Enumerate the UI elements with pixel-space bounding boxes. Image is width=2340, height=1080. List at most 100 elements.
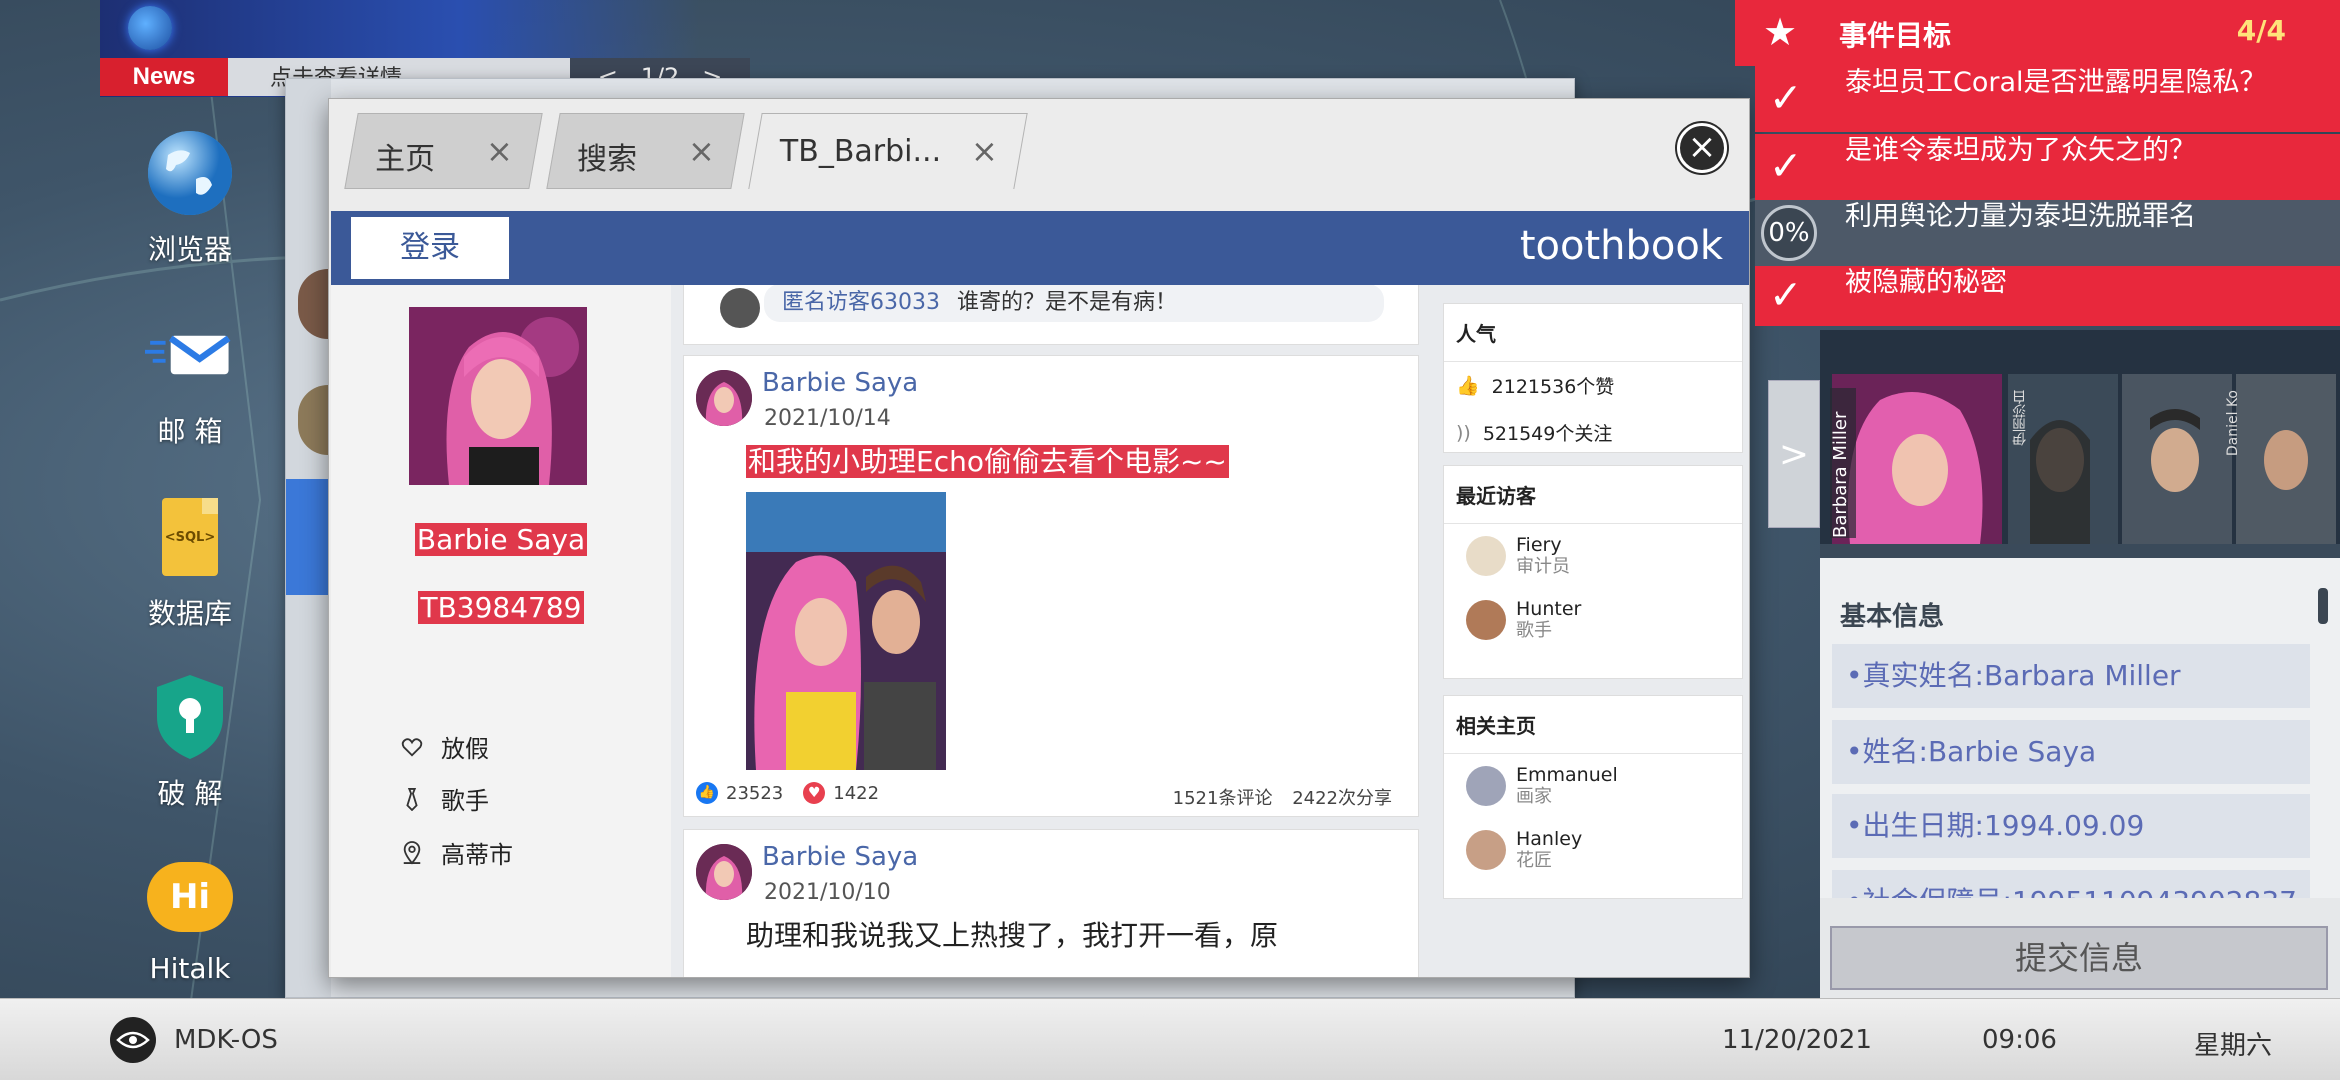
heart-reaction-icon[interactable]: ♥: [803, 782, 826, 804]
heart-count: 1422: [833, 782, 880, 804]
visitor-role: 审计员: [1516, 556, 1570, 577]
profile-detail-status: 放假: [401, 729, 489, 764]
popularity-title: 人气: [1444, 304, 1742, 362]
character-strip[interactable]: Barbara Miller 伊丽莎白 Daniel Ko: [1820, 330, 2340, 558]
related-avatar: [1466, 830, 1506, 870]
tab-label: 搜索: [577, 142, 638, 177]
taskbar-time: 09:06: [1982, 1025, 2057, 1055]
basic-info-section[interactable]: 基本信息 •真实姓名:Barbara Miller •姓名:Barbie Say…: [1820, 558, 2340, 898]
news-label: News: [100, 58, 228, 96]
thumbs-up-icon: 👍: [1456, 375, 1480, 397]
like-icon[interactable]: 👍: [696, 782, 718, 804]
profile-column: Barbie Saya TB3984789 放假 歌手 高蒂市: [331, 285, 671, 977]
related-item[interactable]: Emmanuel 画家: [1444, 754, 1742, 818]
post-author[interactable]: Barbie Saya: [762, 368, 918, 398]
toothbook-content: Barbie Saya TB3984789 放假 歌手 高蒂市 匿名访客6303…: [331, 285, 1749, 977]
likes-total: 2121536个赞: [1491, 376, 1615, 398]
post-photo[interactable]: [746, 492, 946, 770]
tab-home[interactable]: 主页 ×: [344, 113, 543, 189]
post-avatar[interactable]: [696, 370, 752, 426]
objective-text: 利用舆论力量为泰坦洗脱罪名: [1845, 201, 2196, 232]
expand-panel-button[interactable]: >: [1768, 380, 1820, 528]
tab-label: 主页: [375, 142, 436, 177]
hitalk-badge: Hi: [169, 877, 211, 917]
related-name: Hanley: [1516, 828, 1583, 850]
submit-info-button[interactable]: 提交信息: [1830, 926, 2328, 990]
character-panel: Barbara Miller 伊丽莎白 Daniel Ko 基本信息 •真实姓名…: [1820, 330, 2340, 1000]
mail-icon: [145, 310, 235, 400]
background-selected-item: [286, 479, 331, 595]
taskbar: MDK-OS 11/20/2021 09:06 星期六: [0, 998, 2340, 1080]
objectives-title: 事件目标: [1839, 19, 1952, 52]
popularity-follows: )) 521549个关注: [1444, 409, 1742, 456]
tab-profile[interactable]: TB_Barbi... ×: [748, 113, 1028, 189]
dock-label: 数据库: [147, 597, 232, 630]
visitor-item[interactable]: Hunter 歌手: [1444, 588, 1742, 652]
tab-close-icon[interactable]: ×: [688, 132, 715, 170]
post-date: 2021/10/14: [764, 406, 891, 431]
visitors-title: 最近访客: [1444, 466, 1742, 524]
info-birthdate: •出生日期:1994.09.09: [1832, 794, 2310, 858]
comment-bubble: 匿名访客63033 谁寄的？是不是有病！: [764, 285, 1384, 322]
dock-crack[interactable]: 破 解: [120, 672, 260, 812]
post-stats: 1521条评论 2422次分享: [1173, 784, 1392, 810]
post-text: 和我的小助理Echo偷偷去看个电影~~: [746, 440, 1229, 480]
follows-total: 521549个关注: [1482, 423, 1613, 445]
dock-database[interactable]: <SQL> 数据库: [120, 492, 260, 632]
profile-detail-text: 歌手: [441, 787, 489, 815]
objective-item: ✓ 被隐藏的秘密: [1755, 266, 2340, 326]
profile-id-text: TB3984789: [418, 591, 584, 624]
sql-badge: <SQL>: [164, 529, 216, 545]
rss-icon: )): [1456, 421, 1471, 444]
comment-text: 谁寄的？是不是有病！: [957, 290, 1178, 315]
dock-mail[interactable]: 邮 箱: [120, 310, 260, 450]
news-globe-icon: [128, 6, 172, 50]
tie-icon: [406, 787, 418, 811]
comment-user[interactable]: 匿名访客63033: [782, 290, 940, 315]
share-count[interactable]: 2422次分享: [1292, 788, 1392, 809]
related-role: 画家: [1516, 786, 1552, 807]
objectives-count: 4/4: [2236, 14, 2286, 47]
post-card[interactable]: Barbie Saya 2021/10/10 助理和我说我又上热搜了，我打开一看…: [683, 829, 1419, 977]
sql-database-icon: <SQL>: [145, 492, 235, 582]
visitors-widget: 最近访客 Fiery 审计员 Hunter 歌手: [1443, 465, 1743, 679]
objective-item: ✓ 是谁令泰坦成为了众矢之的？: [1755, 134, 2340, 200]
related-pages-widget: 相关主页 Emmanuel 画家 Hanley 花匠: [1443, 695, 1743, 899]
basic-info-title: 基本信息: [1840, 602, 1945, 632]
related-title: 相关主页: [1444, 696, 1742, 754]
tab-close-icon[interactable]: ×: [971, 132, 998, 170]
post-reactions[interactable]: 👍 23523 ♥ 1422: [696, 782, 879, 804]
post-feed[interactable]: 匿名访客63033 谁寄的？是不是有病！ Barbie Saya 2021/10…: [671, 285, 1421, 977]
dock-hitalk[interactable]: Hi Hitalk: [120, 852, 260, 985]
os-menu[interactable]: MDK-OS: [110, 1017, 278, 1063]
visitor-item[interactable]: Fiery 审计员: [1444, 524, 1742, 588]
dock-browser[interactable]: 浏览器: [120, 128, 260, 268]
visitor-avatar: [720, 288, 760, 328]
location-icon: [403, 840, 421, 865]
browser-close-button[interactable]: ×: [1677, 123, 1727, 173]
check-icon: ✓: [1769, 143, 1803, 190]
visitor-avatar: [1466, 536, 1506, 576]
post-date: 2021/10/10: [764, 880, 891, 905]
objectives-header: ★ 事件目标 4/4: [1735, 0, 2340, 66]
post-author[interactable]: Barbie Saya: [762, 842, 918, 872]
heart-icon: [401, 737, 423, 757]
dock-label: Hitalk: [149, 952, 231, 985]
comment-count[interactable]: 1521条评论: [1173, 788, 1273, 809]
os-name: MDK-OS: [174, 1025, 278, 1055]
info-scrollbar[interactable]: [2318, 588, 2328, 624]
popularity-likes: 👍 2121536个赞: [1444, 362, 1742, 409]
tab-close-icon[interactable]: ×: [486, 132, 513, 170]
tab-label: TB_Barbi...: [779, 134, 942, 169]
profile-widgets: 人气 👍 2121536个赞 )) 521549个关注 最近访客 Fiery 审计员 …: [1431, 285, 1743, 977]
tab-search[interactable]: 搜索 ×: [546, 113, 745, 189]
hitalk-chat-icon: Hi: [145, 852, 235, 942]
login-button[interactable]: 登录: [351, 217, 509, 279]
post-avatar[interactable]: [696, 844, 752, 900]
info-real-name: •真实姓名:Barbara Miller: [1832, 644, 2310, 708]
related-item[interactable]: Hanley 花匠: [1444, 818, 1742, 882]
post-card[interactable]: Barbie Saya 2021/10/14 和我的小助理Echo偷偷去看个电影…: [683, 355, 1419, 817]
progress-ring: 0%: [1761, 205, 1817, 261]
taskbar-date: 11/20/2021: [1722, 1025, 1872, 1055]
post-text: 助理和我说我又上热搜了，我打开一看，原: [746, 919, 1279, 952]
